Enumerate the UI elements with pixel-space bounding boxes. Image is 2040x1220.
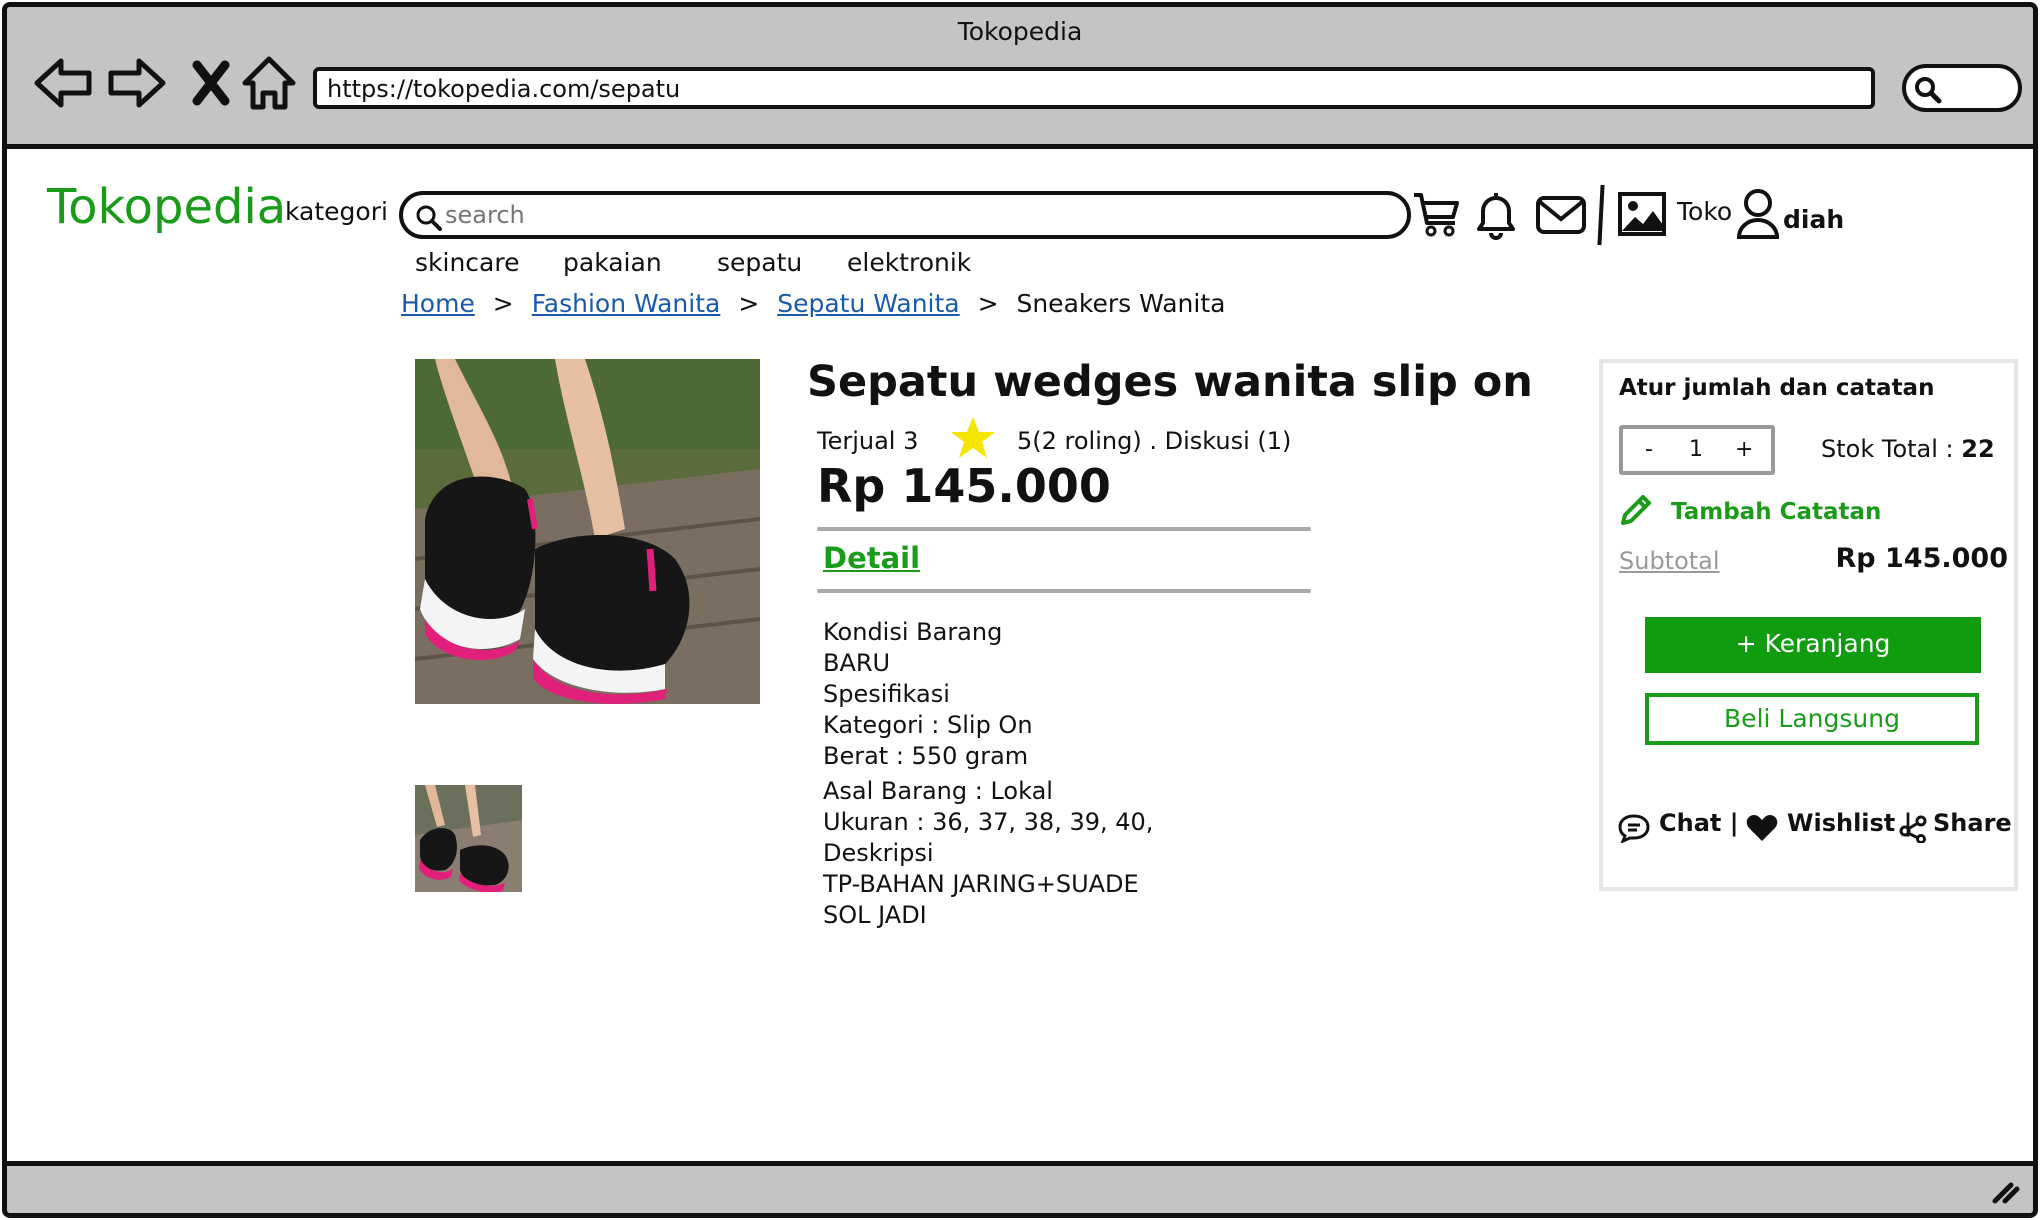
product-sold: Terjual 3 (817, 427, 919, 455)
chevron-right-icon: > (977, 289, 999, 318)
divider (817, 589, 1311, 593)
spec-line: Kondisi Barang (823, 618, 1003, 646)
spec-line: SOL JADI (823, 901, 927, 929)
breadcrumb: Home > Fashion Wanita > Sepatu Wanita > … (401, 289, 1225, 318)
share-icon (1899, 815, 1927, 843)
search-input[interactable] (445, 199, 1345, 231)
spec-line: TP-BAHAN JARING+SUADE (823, 870, 1139, 898)
product-main-image[interactable] (415, 359, 760, 704)
back-arrow-icon[interactable] (31, 51, 95, 115)
site-logo[interactable]: Tokopedia (47, 179, 286, 235)
subtotal-label: Subtotal (1619, 547, 1720, 575)
forward-arrow-icon[interactable] (105, 51, 169, 115)
decrement-button[interactable]: - (1645, 437, 1653, 462)
chat-icon (1618, 814, 1650, 843)
purchase-panel: Atur jumlah dan catatan - 1 + Stok Total… (1599, 359, 2018, 891)
spec-line: BARU (823, 649, 891, 677)
breadcrumb-current: Sneakers Wanita (1016, 289, 1226, 318)
bell-icon[interactable] (1473, 189, 1519, 241)
browser-toolbar: Tokopedia https://tokopedia.com/sepatu (7, 7, 2033, 149)
spec-line: Asal Barang : Lokal (823, 777, 1053, 805)
category-skincare[interactable]: skincare (415, 248, 519, 277)
spec-line: Kategori : Slip On (823, 711, 1033, 739)
spec-line: Spesifikasi (823, 680, 950, 708)
browser-search-field[interactable] (1902, 64, 2022, 112)
chevron-right-icon: > (738, 289, 760, 318)
user-name[interactable]: diah (1783, 205, 1844, 234)
spec-line: Ukuran : 36, 37, 38, 39, 40, (823, 808, 1154, 836)
breadcrumb-home[interactable]: Home (401, 289, 475, 318)
spec-line: Berat : 550 gram (823, 742, 1029, 770)
spec-line: Deskripsi (823, 839, 934, 867)
header-divider (1597, 184, 1605, 246)
product-title: Sepatu wedges wanita slip on (807, 357, 1533, 407)
chat-label: Chat | (1659, 809, 1739, 837)
resize-icon[interactable] (1991, 1175, 2021, 1205)
quantity-stepper[interactable]: - 1 + (1619, 425, 1775, 475)
category-elektronik[interactable]: elektronik (847, 248, 971, 277)
category-sepatu[interactable]: sepatu (717, 248, 802, 277)
user-icon[interactable] (1735, 187, 1781, 241)
breadcrumb-fashion-wanita[interactable]: Fashion Wanita (532, 289, 721, 318)
share-label: Share (1933, 809, 2012, 837)
chevron-right-icon: > (492, 289, 514, 318)
tab-detail[interactable]: Detail (823, 541, 920, 575)
browser-window: Tokopedia https://tokopedia.com/sepatu T… (2, 2, 2038, 1218)
close-icon[interactable] (179, 51, 243, 115)
browser-status-bar (7, 1161, 2033, 1213)
stock-total: Stok Total : 22 (1821, 435, 1995, 463)
search-icon (416, 205, 442, 231)
buy-now-button[interactable]: Beli Langsung (1645, 693, 1979, 745)
breadcrumb-sepatu-wanita[interactable]: Sepatu Wanita (777, 289, 959, 318)
heart-icon (1746, 815, 1778, 841)
pencil-icon (1621, 495, 1651, 525)
star-icon (951, 417, 995, 458)
mail-icon[interactable] (1535, 195, 1587, 235)
search-icon (1915, 77, 1942, 104)
panel-title: Atur jumlah dan catatan (1619, 375, 1935, 401)
increment-button[interactable]: + (1735, 437, 1753, 462)
image-icon[interactable] (1617, 191, 1667, 237)
stock-value: 22 (1961, 435, 1995, 463)
site-search[interactable] (399, 191, 1411, 239)
product-thumbnail[interactable] (415, 785, 522, 892)
toko-link[interactable]: Toko (1677, 197, 1732, 226)
wishlist-label: Wishlist | (1787, 809, 1913, 837)
stock-label: Stok Total : (1821, 435, 1962, 463)
kategori-menu[interactable]: kategori (285, 197, 388, 226)
cart-icon[interactable] (1411, 189, 1461, 239)
quantity-value[interactable]: 1 (1689, 437, 1703, 462)
divider (817, 527, 1311, 531)
category-pakaian[interactable]: pakaian (563, 248, 662, 277)
add-note-link[interactable]: Tambah Catatan (1617, 493, 1881, 533)
subtotal-value: Rp 145.000 (1835, 543, 2009, 574)
url-bar[interactable]: https://tokopedia.com/sepatu (313, 67, 1875, 109)
home-icon[interactable] (237, 51, 301, 115)
window-title: Tokopedia (957, 17, 1083, 46)
add-note-label: Tambah Catatan (1671, 499, 1882, 525)
product-rating[interactable]: 5(2 roling) . Diskusi (1) (1017, 427, 1291, 455)
product-price: Rp 145.000 (817, 459, 1111, 513)
add-to-cart-button[interactable]: + Keranjang (1645, 617, 1981, 673)
product-specs: Kondisi Barang BARU Spesifikasi Kategori… (823, 617, 1153, 931)
